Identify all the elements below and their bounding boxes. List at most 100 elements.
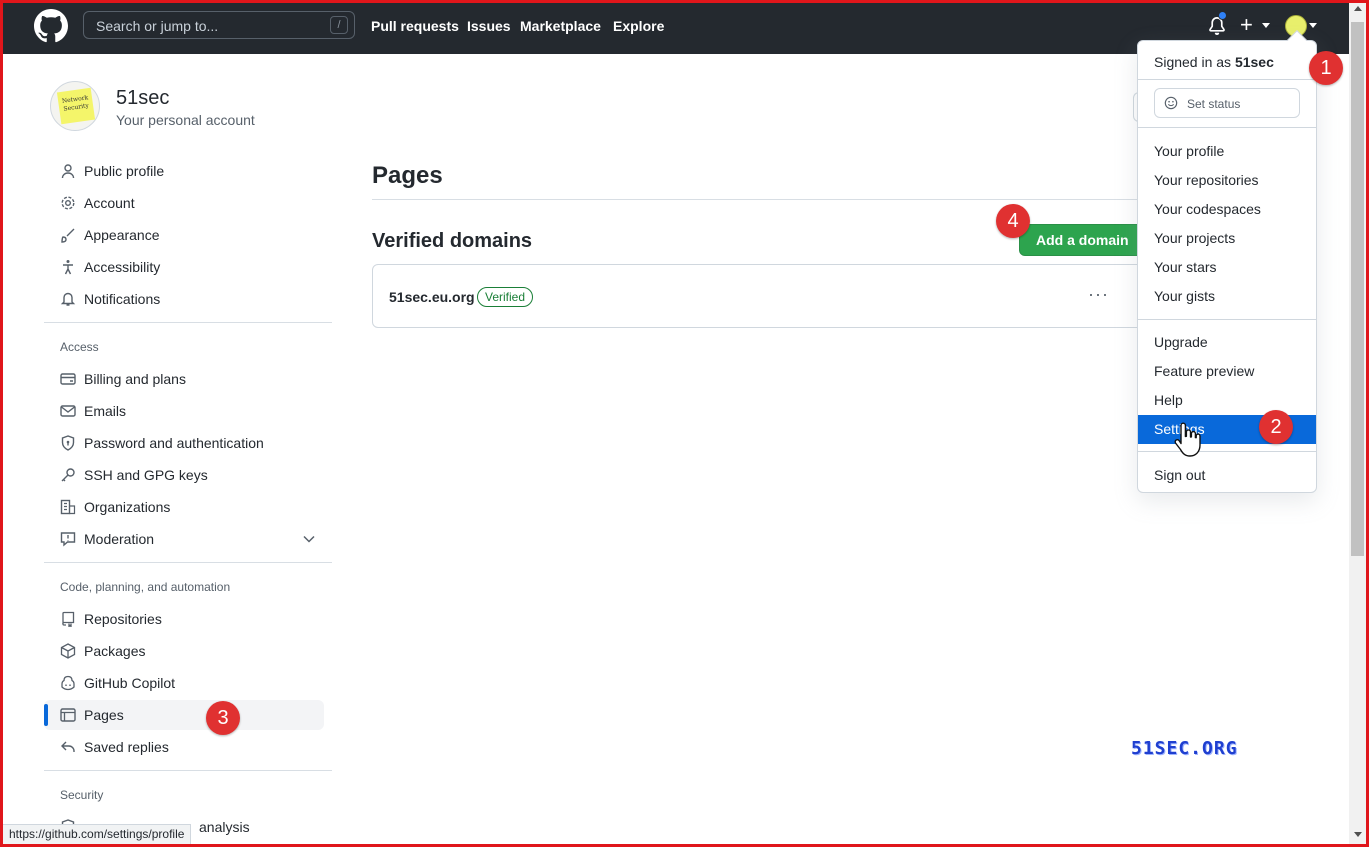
- sidebar-item-copilot[interactable]: GitHub Copilot: [44, 668, 324, 698]
- menu-item-help[interactable]: Help: [1138, 386, 1316, 415]
- sidebar-item-label: Moderation: [84, 531, 155, 547]
- sidebar-item-pages[interactable]: Pages: [44, 700, 324, 730]
- menu-item-your-profile[interactable]: Your profile: [1138, 137, 1316, 166]
- sidebar-heading-security: Security: [60, 788, 104, 802]
- package-icon: [60, 643, 76, 659]
- browser-icon: [60, 708, 76, 722]
- accessibility-icon: [63, 260, 73, 275]
- menu-item-your-repositories[interactable]: Your repositories: [1138, 166, 1316, 195]
- sidebar-item-label: SSH and GPG keys: [84, 467, 208, 483]
- search-input[interactable]: Search or jump to... /: [83, 11, 355, 39]
- search-placeholder: Search or jump to...: [96, 18, 219, 34]
- sidebar-item-ssh-gpg[interactable]: SSH and GPG keys: [44, 460, 324, 490]
- menu-item-your-codespaces[interactable]: Your codespaces: [1138, 195, 1316, 224]
- mail-icon: [60, 405, 76, 417]
- bell-icon: [60, 292, 76, 306]
- plus-caret-icon[interactable]: [1262, 23, 1270, 28]
- sidebar-heading-code: Code, planning, and automation: [60, 580, 231, 594]
- sidebar-item-label: Accessibility: [84, 259, 161, 275]
- set-status-button[interactable]: Set status: [1154, 88, 1300, 118]
- sidebar-item-public-profile[interactable]: Public profile: [44, 156, 324, 186]
- nav-pull-requests[interactable]: Pull requests: [371, 18, 459, 34]
- dropdown-divider: [1138, 319, 1316, 320]
- sidebar-item-repositories[interactable]: Repositories: [44, 604, 324, 634]
- chevron-down-icon[interactable]: [302, 533, 316, 545]
- menu-item-label: Your stars: [1154, 259, 1217, 275]
- profile-subtitle: Your personal account: [116, 112, 255, 128]
- profile-name[interactable]: 51sec: [116, 87, 169, 110]
- active-item-marker: [44, 704, 48, 726]
- scrollbar-thumb[interactable]: [1351, 22, 1364, 556]
- sidebar-item-label: Organizations: [84, 499, 171, 515]
- annotation-badge-3: 3: [206, 701, 240, 735]
- credit-card-icon: [60, 373, 76, 385]
- dropdown-divider: [1138, 127, 1316, 128]
- add-domain-button[interactable]: Add a domain: [1019, 224, 1143, 256]
- menu-item-upgrade[interactable]: Upgrade: [1138, 328, 1316, 357]
- nav-issues[interactable]: Issues: [467, 18, 511, 34]
- sidebar-item-label: analysis: [199, 819, 250, 835]
- title-divider: [372, 199, 1147, 200]
- create-new-plus-icon[interactable]: +: [1240, 14, 1253, 36]
- menu-item-label: Help: [1154, 392, 1183, 408]
- sidebar-divider: [44, 322, 332, 323]
- sidebar-item-label: Repositories: [84, 611, 162, 627]
- sidebar-item-password[interactable]: Password and authentication: [44, 428, 324, 458]
- scroll-up-arrow-icon[interactable]: [1354, 6, 1362, 11]
- annotation-badge-4: 4: [996, 204, 1030, 238]
- menu-item-your-gists[interactable]: Your gists: [1138, 282, 1316, 311]
- nav-marketplace[interactable]: Marketplace: [520, 18, 601, 34]
- menu-item-label: Sign out: [1154, 467, 1206, 483]
- sidebar-item-notifications[interactable]: Notifications: [44, 284, 324, 314]
- organization-icon: [60, 499, 76, 515]
- sidebar-item-label: GitHub Copilot: [84, 675, 176, 691]
- signed-in-username: 51sec: [1234, 54, 1274, 70]
- menu-item-sign-out[interactable]: Sign out: [1138, 461, 1316, 490]
- sidebar-item-account[interactable]: Account: [44, 188, 324, 218]
- menu-item-label: Your codespaces: [1154, 201, 1261, 217]
- sidebar-item-accessibility[interactable]: Accessibility: [44, 252, 324, 282]
- kebab-menu-icon[interactable]: ···: [1088, 285, 1110, 303]
- copilot-icon: [61, 675, 75, 691]
- scroll-down-arrow-icon[interactable]: [1354, 832, 1362, 837]
- sidebar-item-label: Notifications: [84, 291, 161, 307]
- sidebar-item-packages[interactable]: Packages: [44, 636, 324, 666]
- sidebar-item-label: Appearance: [84, 227, 160, 243]
- page-title: Pages: [372, 162, 443, 189]
- sidebar-item-appearance[interactable]: Appearance: [44, 220, 324, 250]
- sidebar-item-label: Packages: [84, 643, 146, 659]
- profile-avatar: Network Security: [50, 81, 100, 131]
- paintbrush-icon: [61, 228, 75, 243]
- sidebar-item-emails[interactable]: Emails: [44, 396, 324, 426]
- sidebar-item-label: Saved replies: [84, 739, 169, 755]
- menu-item-label: Your profile: [1154, 143, 1225, 159]
- menu-item-feature-preview[interactable]: Feature preview: [1138, 357, 1316, 386]
- menu-item-label: Feature preview: [1154, 363, 1255, 379]
- sidebar-item-billing[interactable]: Billing and plans: [44, 364, 324, 394]
- site-watermark: 51SEC.ORG: [1131, 738, 1238, 759]
- key-icon: [61, 468, 75, 482]
- sidebar-item-label: Password and authentication: [84, 435, 264, 451]
- repo-icon: [62, 611, 75, 627]
- avatar-caret-icon[interactable]: [1309, 23, 1317, 28]
- smiley-icon: [1164, 96, 1178, 110]
- hand-pointer-cursor-icon: [1174, 422, 1201, 457]
- shield-lock-icon: [61, 435, 75, 451]
- github-logo-icon[interactable]: [34, 9, 68, 43]
- sidebar-item-saved-replies[interactable]: Saved replies: [44, 732, 324, 762]
- dropdown-divider: [1138, 79, 1316, 80]
- menu-item-your-projects[interactable]: Your projects: [1138, 224, 1316, 253]
- person-icon: [61, 164, 75, 179]
- sidebar-item-label: Account: [84, 195, 135, 211]
- report-icon: [60, 532, 76, 547]
- nav-explore[interactable]: Explore: [613, 18, 664, 34]
- gear-icon: [61, 196, 75, 210]
- unread-indicator: [1218, 11, 1227, 20]
- domain-list-item: 51sec.eu.org Verified ···: [372, 264, 1147, 328]
- sidebar-item-organizations[interactable]: Organizations: [44, 492, 324, 522]
- verified-status-badge: Verified: [477, 287, 534, 307]
- sidebar-item-moderation[interactable]: Moderation: [44, 524, 324, 554]
- sidebar-heading-access: Access: [60, 340, 99, 354]
- menu-item-your-stars[interactable]: Your stars: [1138, 253, 1316, 282]
- sticky-note-avatar-image: Network Security: [56, 87, 96, 125]
